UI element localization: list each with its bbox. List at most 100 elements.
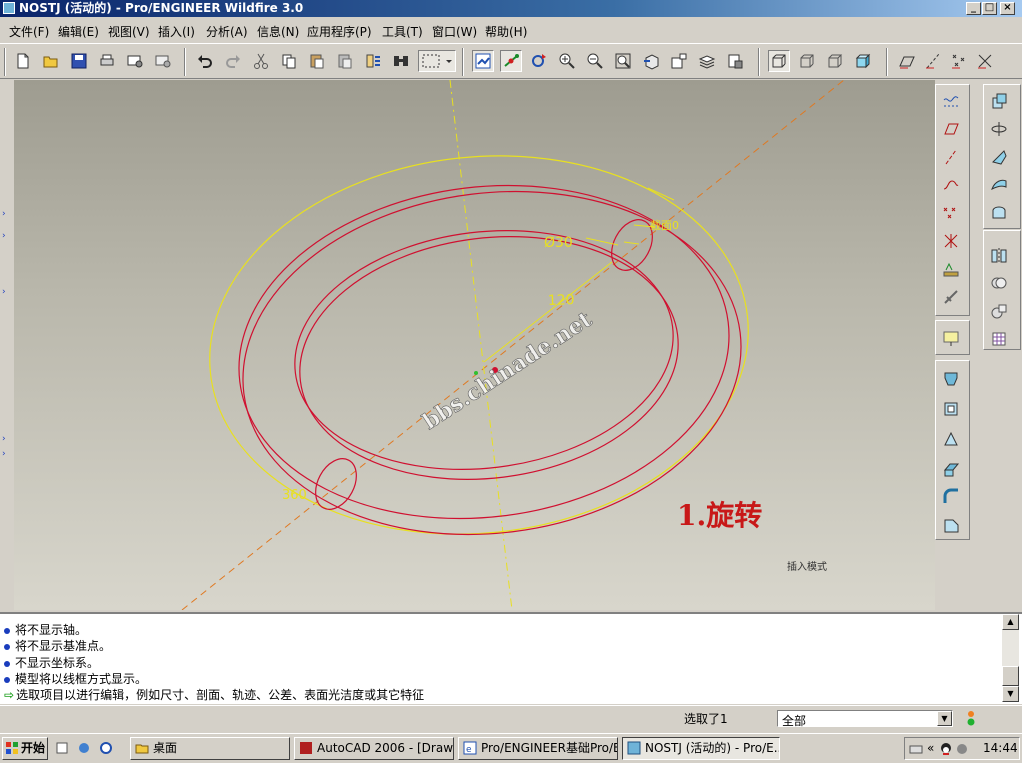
datum-plane-icon[interactable] bbox=[940, 118, 962, 140]
open-icon[interactable] bbox=[40, 50, 62, 72]
zoom-out-icon[interactable] bbox=[584, 50, 606, 72]
keyboard-icon[interactable] bbox=[909, 742, 923, 756]
layers-icon[interactable] bbox=[696, 50, 718, 72]
orient-icon[interactable] bbox=[528, 50, 550, 72]
expand-arrow-icon[interactable]: › bbox=[2, 288, 10, 297]
dimension-diameter[interactable]: Ø30 bbox=[544, 235, 573, 251]
shell-icon[interactable] bbox=[988, 118, 1010, 140]
pattern-icon[interactable] bbox=[988, 202, 1010, 224]
quicklaunch-icon[interactable] bbox=[99, 741, 113, 755]
menu-window[interactable]: 窗口(W) bbox=[432, 23, 477, 40]
menu-edit[interactable]: 编辑(E) bbox=[58, 23, 99, 40]
redo-icon[interactable] bbox=[222, 50, 244, 72]
rib-icon[interactable] bbox=[988, 146, 1010, 168]
round-icon[interactable] bbox=[940, 486, 962, 508]
qq-icon[interactable] bbox=[939, 742, 953, 756]
dimension-angle[interactable]: 360 bbox=[282, 488, 307, 503]
close-button[interactable]: × bbox=[1000, 2, 1015, 15]
message-scrollbar[interactable]: ▲ ▼ bbox=[1002, 614, 1019, 702]
dimension-radius[interactable]: 120 bbox=[548, 292, 575, 309]
minimize-button[interactable]: _ bbox=[966, 2, 981, 15]
quicklaunch-icon[interactable] bbox=[55, 741, 69, 755]
menu-applications[interactable]: 应用程序(P) bbox=[307, 23, 372, 40]
boundary-icon[interactable] bbox=[940, 458, 962, 480]
wireframe-icon[interactable] bbox=[768, 50, 790, 72]
datum-axis-icon[interactable] bbox=[940, 146, 962, 168]
csys-icon[interactable] bbox=[940, 230, 962, 252]
dropdown-arrow-icon[interactable]: ▼ bbox=[937, 711, 952, 726]
expand-arrow-icon[interactable]: › bbox=[2, 435, 10, 444]
menu-info[interactable]: 信息(N) bbox=[257, 23, 299, 40]
mirror-icon[interactable] bbox=[988, 244, 1010, 266]
new-icon[interactable] bbox=[12, 50, 34, 72]
menu-help[interactable]: 帮助(H) bbox=[485, 23, 527, 40]
menu-insert[interactable]: 插入(I) bbox=[158, 23, 195, 40]
scroll-down-button[interactable]: ▼ bbox=[1002, 686, 1019, 702]
analysis-icon[interactable] bbox=[940, 258, 962, 280]
trim-icon[interactable] bbox=[988, 300, 1010, 322]
graphics-window[interactable]: Ø30 120 360 截面0 bbs.chinade.net 1.旋转 插入模… bbox=[14, 80, 935, 610]
draft-icon[interactable] bbox=[988, 174, 1010, 196]
paste-icon[interactable] bbox=[306, 50, 328, 72]
select-box-icon[interactable] bbox=[418, 50, 456, 72]
print-icon[interactable] bbox=[96, 50, 118, 72]
datum-curve-icon[interactable] bbox=[940, 174, 962, 196]
menu-file[interactable]: 文件(F) bbox=[9, 23, 49, 40]
hole-icon[interactable] bbox=[988, 90, 1010, 112]
send-mail-icon[interactable] bbox=[124, 50, 146, 72]
traffic-light-icon[interactable] bbox=[964, 710, 978, 727]
clock[interactable]: 14:44 bbox=[983, 741, 1018, 755]
task-browser[interactable]: e Pro/ENGINEER基础Pro/E... bbox=[458, 737, 618, 760]
scroll-thumb[interactable] bbox=[1002, 666, 1019, 686]
sketched-curve-icon[interactable] bbox=[940, 90, 962, 112]
start-button[interactable]: 开始 bbox=[2, 737, 48, 760]
task-desktop[interactable]: 桌面 bbox=[130, 737, 290, 760]
copy-icon[interactable] bbox=[278, 50, 300, 72]
network-icon[interactable] bbox=[955, 742, 969, 756]
hidden-line-icon[interactable] bbox=[796, 50, 818, 72]
datum-point-icon[interactable] bbox=[940, 202, 962, 224]
csys-display-icon[interactable] bbox=[974, 50, 996, 72]
menu-view[interactable]: 视图(V) bbox=[108, 23, 150, 40]
datum-point-toggle-icon[interactable] bbox=[500, 50, 522, 72]
view-manager-icon[interactable] bbox=[640, 50, 662, 72]
task-autocad[interactable]: AutoCAD 2006 - [Drawin... bbox=[294, 737, 454, 760]
shading-icon[interactable] bbox=[852, 50, 874, 72]
datum-point-display-icon[interactable] bbox=[948, 50, 970, 72]
scroll-up-button[interactable]: ▲ bbox=[1002, 614, 1019, 630]
model-tree-icon[interactable] bbox=[390, 50, 412, 72]
saved-views-icon[interactable] bbox=[668, 50, 690, 72]
menu-analysis[interactable]: 分析(A) bbox=[206, 23, 248, 40]
datum-plane-display-icon[interactable] bbox=[896, 50, 918, 72]
undo-icon[interactable] bbox=[194, 50, 216, 72]
send-mail-2-icon[interactable] bbox=[152, 50, 174, 72]
selection-filter-dropdown[interactable]: 全部 ▼ bbox=[777, 710, 953, 728]
menu-tools[interactable]: 工具(T) bbox=[382, 23, 423, 40]
regenerate-icon[interactable] bbox=[362, 50, 384, 72]
revolve-icon[interactable] bbox=[940, 368, 962, 390]
save-icon[interactable] bbox=[68, 50, 90, 72]
zoom-in-icon[interactable] bbox=[556, 50, 578, 72]
merge-icon[interactable] bbox=[988, 272, 1010, 294]
expand-arrow-icon[interactable]: › bbox=[2, 450, 10, 459]
left-navigator-strip[interactable]: › › › › › bbox=[0, 80, 15, 610]
chamfer-icon[interactable] bbox=[940, 514, 962, 536]
refit-icon[interactable] bbox=[612, 50, 634, 72]
datum-axis-display-icon[interactable] bbox=[922, 50, 944, 72]
maximize-button[interactable]: □ bbox=[982, 2, 997, 15]
quicklaunch-icon[interactable] bbox=[77, 741, 91, 755]
expand-arrow-icon[interactable]: › bbox=[2, 232, 10, 241]
extrude-icon[interactable] bbox=[940, 328, 962, 350]
repaint-icon[interactable] bbox=[472, 50, 494, 72]
expand-arrow-icon[interactable]: › bbox=[2, 210, 10, 219]
sweep-icon[interactable] bbox=[940, 398, 962, 420]
no-hidden-icon[interactable] bbox=[824, 50, 846, 72]
tray-expand-icon[interactable]: « bbox=[927, 741, 934, 755]
paste-special-icon[interactable] bbox=[334, 50, 356, 72]
appearance-icon[interactable] bbox=[724, 50, 746, 72]
blend-icon[interactable] bbox=[940, 428, 962, 450]
task-proengineer[interactable]: NOSTJ (活动的) - Pro/E... bbox=[622, 737, 780, 760]
insert-feature-icon[interactable] bbox=[940, 286, 962, 308]
cut-icon[interactable] bbox=[250, 50, 272, 72]
offset-icon[interactable] bbox=[988, 328, 1010, 350]
